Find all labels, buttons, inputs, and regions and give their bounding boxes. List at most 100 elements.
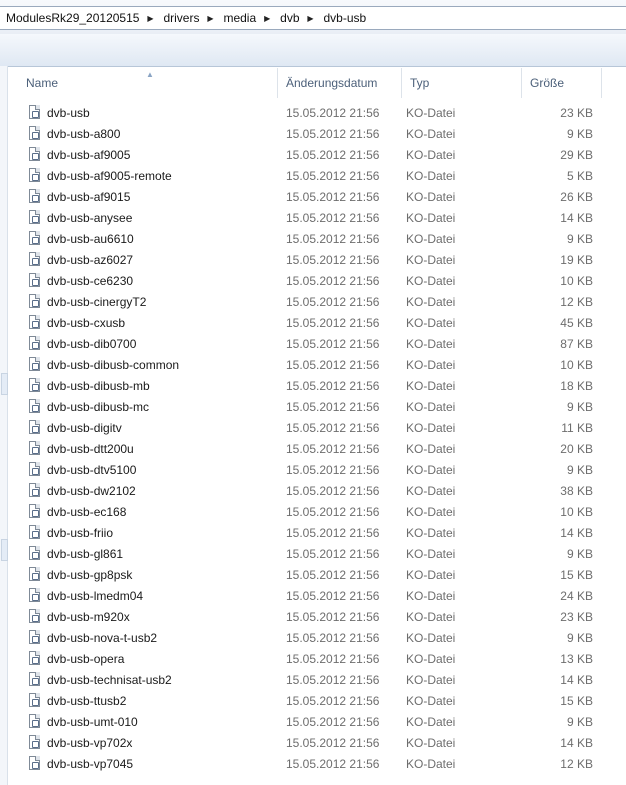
file-date: 15.05.2012 21:56 xyxy=(286,651,380,666)
file-row[interactable]: dvb-usb-vp702x 15.05.2012 21:56 KO-Datei 14… xyxy=(8,732,626,753)
column-header-type[interactable]: Typ xyxy=(402,68,522,98)
file-row[interactable]: dvb-usb-dibusb-mb 15.05.2012 21:56 KO-Date… xyxy=(8,375,626,396)
breadcrumb-item-dvb[interactable]: dvb xyxy=(274,11,303,25)
file-row[interactable]: dvb-usb-dibusb-common 15.05.2012 21:56 KO-… xyxy=(8,354,626,375)
file-type: KO-Datei xyxy=(406,756,456,771)
command-toolbar xyxy=(0,34,626,67)
file-type: KO-Datei xyxy=(406,273,456,288)
file-row[interactable]: dvb-usb-dtt200u 15.05.2012 21:56 KO-Datei 2… xyxy=(8,438,626,459)
file-date: 15.05.2012 21:56 xyxy=(286,483,380,498)
file-size: 45 KB xyxy=(560,315,593,330)
file-row[interactable]: dvb-usb-gp8psk 15.05.2012 21:56 KO-Datei 15… xyxy=(8,564,626,585)
file-size: 29 KB xyxy=(560,147,593,162)
file-row[interactable]: dvb-usb-anysee 15.05.2012 21:56 KO-Datei 14… xyxy=(8,207,626,228)
file-row[interactable]: dvb-usb-cinergyT2 15.05.2012 21:56 KO-Date… xyxy=(8,291,626,312)
file-type: KO-Datei xyxy=(406,693,456,708)
file-icon xyxy=(29,378,40,392)
column-header-name-label: Name xyxy=(26,76,59,90)
file-row[interactable]: dvb-usb-a800 15.05.2012 21:56 KO-Datei 9 KB xyxy=(8,123,626,144)
file-row[interactable]: dvb-usb-ttusb2 15.05.2012 21:56 KO-Datei 15… xyxy=(8,690,626,711)
file-name: dvb-usb-af9015 xyxy=(47,189,131,204)
file-type: KO-Datei xyxy=(406,336,456,351)
file-date: 15.05.2012 21:56 xyxy=(286,441,380,456)
file-icon xyxy=(29,651,40,665)
nav-scroll-marker xyxy=(1,373,8,395)
breadcrumb[interactable]: ModulesRk29_20120515 ▶ drivers ▶ media ▶… xyxy=(0,6,626,30)
file-date: 15.05.2012 21:56 xyxy=(286,609,380,624)
file-row[interactable]: dvb-usb-af9005 15.05.2012 21:56 KO-Datei 29… xyxy=(8,144,626,165)
file-row[interactable]: dvb-usb-az6027 15.05.2012 21:56 KO-Datei 19… xyxy=(8,249,626,270)
file-size: 23 KB xyxy=(560,609,593,624)
file-row[interactable]: dvb-usb-ec168 15.05.2012 21:56 KO-Datei 10 … xyxy=(8,501,626,522)
file-size: 5 KB xyxy=(566,168,593,183)
file-row[interactable]: dvb-usb-umt-010 15.05.2012 21:56 KO-Datei 9… xyxy=(8,711,626,732)
file-row[interactable]: dvb-usb 15.05.2012 21:56 KO-Datei 23 KB xyxy=(8,102,626,123)
file-icon xyxy=(29,399,40,413)
chevron-right-icon[interactable]: ▶ xyxy=(203,14,217,23)
file-row[interactable]: dvb-usb-af9015 15.05.2012 21:56 KO-Datei 26… xyxy=(8,186,626,207)
file-name: dvb-usb-gl861 xyxy=(47,546,124,561)
breadcrumb-item-modules[interactable]: ModulesRk29_20120515 xyxy=(0,11,143,25)
navigation-pane-edge xyxy=(0,66,8,785)
file-row[interactable]: dvb-usb-technisat-usb2 15.05.2012 21:56 KO… xyxy=(8,669,626,690)
column-header-date[interactable]: Änderungsdatum xyxy=(278,68,402,98)
file-type: KO-Datei xyxy=(406,483,456,498)
file-name: dvb-usb xyxy=(47,105,90,120)
file-date: 15.05.2012 21:56 xyxy=(286,105,380,120)
file-icon xyxy=(29,252,40,266)
file-row[interactable]: dvb-usb-digitv 15.05.2012 21:56 KO-Datei 11… xyxy=(8,417,626,438)
file-row[interactable]: dvb-usb-dw2102 15.05.2012 21:56 KO-Datei 38… xyxy=(8,480,626,501)
file-row[interactable]: dvb-usb-au6610 15.05.2012 21:56 KO-Datei 9 … xyxy=(8,228,626,249)
file-row[interactable]: dvb-usb-friio 15.05.2012 21:56 KO-Datei 14 … xyxy=(8,522,626,543)
file-row[interactable]: dvb-usb-cxusb 15.05.2012 21:56 KO-Datei 45 … xyxy=(8,312,626,333)
file-date: 15.05.2012 21:56 xyxy=(286,315,380,330)
file-type: KO-Datei xyxy=(406,294,456,309)
chevron-right-icon[interactable]: ▶ xyxy=(304,14,318,23)
file-size: 12 KB xyxy=(560,294,593,309)
file-size: 19 KB xyxy=(560,252,593,267)
breadcrumb-item-dvb-usb[interactable]: dvb-usb xyxy=(318,11,371,25)
file-size: 9 KB xyxy=(566,231,593,246)
file-size: 18 KB xyxy=(560,378,593,393)
file-icon xyxy=(29,462,40,476)
file-size: 11 KB xyxy=(561,420,593,435)
file-row[interactable]: dvb-usb-nova-t-usb2 15.05.2012 21:56 KO-Da… xyxy=(8,627,626,648)
chevron-right-icon[interactable]: ▶ xyxy=(143,14,157,23)
file-type: KO-Datei xyxy=(406,546,456,561)
column-header-size-label: Größe xyxy=(530,76,565,90)
file-date: 15.05.2012 21:56 xyxy=(286,231,380,246)
file-date: 15.05.2012 21:56 xyxy=(286,630,380,645)
file-size: 14 KB xyxy=(560,210,593,225)
file-type: KO-Datei xyxy=(406,315,456,330)
file-row[interactable]: dvb-usb-gl861 15.05.2012 21:56 KO-Datei 9 K… xyxy=(8,543,626,564)
file-date: 15.05.2012 21:56 xyxy=(286,525,380,540)
file-row[interactable]: dvb-usb-lmedm04 15.05.2012 21:56 KO-Datei 2… xyxy=(8,585,626,606)
file-row[interactable]: dvb-usb-dib0700 15.05.2012 21:56 KO-Datei 8… xyxy=(8,333,626,354)
column-header-size[interactable]: Größe xyxy=(522,68,602,98)
file-row[interactable]: dvb-usb-af9005-remote 15.05.2012 21:56 KO-… xyxy=(8,165,626,186)
file-icon xyxy=(29,126,40,140)
file-type: KO-Datei xyxy=(406,504,456,519)
file-size: 15 KB xyxy=(560,693,593,708)
file-size: 38 KB xyxy=(560,483,593,498)
file-date: 15.05.2012 21:56 xyxy=(286,567,380,582)
file-name: dvb-usb-ttusb2 xyxy=(47,693,127,708)
file-name: dvb-usb-gp8psk xyxy=(47,567,133,582)
file-row[interactable]: dvb-usb-dibusb-mc 15.05.2012 21:56 KO-Date… xyxy=(8,396,626,417)
file-date: 15.05.2012 21:56 xyxy=(286,588,380,603)
file-name: dvb-usb-lmedm04 xyxy=(47,588,144,603)
chevron-right-icon[interactable]: ▶ xyxy=(260,14,274,23)
file-name: dvb-usb-cinergyT2 xyxy=(47,294,147,309)
file-type: KO-Datei xyxy=(406,441,456,456)
breadcrumb-item-media[interactable]: media xyxy=(217,11,260,25)
file-icon xyxy=(29,504,40,518)
file-row[interactable]: dvb-usb-opera 15.05.2012 21:56 KO-Datei 13 … xyxy=(8,648,626,669)
file-row[interactable]: dvb-usb-dtv5100 15.05.2012 21:56 KO-Datei 9… xyxy=(8,459,626,480)
file-row[interactable]: dvb-usb-vp7045 15.05.2012 21:56 KO-Datei 12… xyxy=(8,753,626,774)
file-row[interactable]: dvb-usb-m920x 15.05.2012 21:56 KO-Datei 23 … xyxy=(8,606,626,627)
file-row[interactable]: dvb-usb-ce6230 15.05.2012 21:56 KO-Datei 10… xyxy=(8,270,626,291)
file-icon xyxy=(29,105,40,119)
column-header-name[interactable]: Name ▲ xyxy=(8,68,278,98)
breadcrumb-item-drivers[interactable]: drivers xyxy=(157,11,203,25)
file-type: KO-Datei xyxy=(406,168,456,183)
